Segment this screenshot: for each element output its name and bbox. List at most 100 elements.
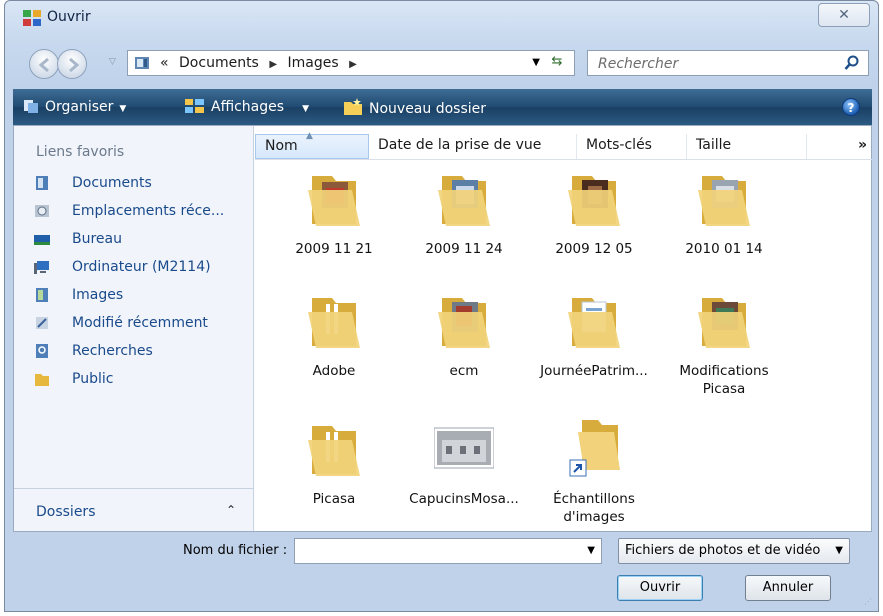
back-arrow-icon [38, 57, 49, 73]
file-item[interactable]: CapucinsMosa... [399, 416, 529, 526]
search-icon[interactable] [844, 55, 860, 71]
app-icon [23, 10, 41, 26]
main-pane: Liens favoris Documents Emplacements réc… [13, 125, 872, 532]
search-input[interactable]: Rechercher [598, 56, 678, 72]
chevron-down-icon: ▼ [831, 539, 843, 563]
window-title: Ouvrir [47, 9, 91, 25]
file-item[interactable]: Échantillons d'images [529, 416, 659, 526]
refresh-icon[interactable]: ⇆ [546, 54, 568, 72]
address-dropdown-icon[interactable]: ▼ [532, 57, 540, 68]
file-name: 2009 12 05 [555, 241, 633, 257]
file-item[interactable]: JournéePatrim... [529, 288, 659, 398]
file-item[interactable]: ecm [399, 288, 529, 398]
sidebar-item-label: Images [72, 287, 124, 303]
folder-icon [308, 426, 360, 476]
sidebar-item-label: Recherches [72, 343, 153, 359]
file-type-select[interactable]: Fichiers de photos et de vidéo ▼ [618, 538, 850, 564]
sidebar-item-label: Public [72, 371, 114, 387]
navigation-pane: Liens favoris Documents Emplacements réc… [14, 126, 254, 531]
file-item[interactable]: Modifications Picasa [659, 288, 789, 398]
documents-icon [36, 176, 48, 190]
affichages-button[interactable]: Affichages ▼ [185, 98, 309, 115]
affichages-label: Affichages [211, 99, 285, 115]
open-file-dialog: Ouvrir ✕ ▽ « Documents ▶ Images ▶ ▼ ⇆ Re… [4, 0, 879, 612]
column-header-label: Nom [265, 138, 298, 154]
breadcrumb-separator-icon[interactable]: ▶ [269, 59, 277, 70]
forward-button[interactable] [57, 49, 87, 79]
breadcrumb-overflow[interactable]: « [160, 55, 169, 71]
filename-label: Nom du fichier : [183, 543, 288, 558]
sidebar-item-label: Ordinateur (M2114) [72, 259, 211, 275]
photo-folder-icon [698, 298, 750, 348]
searches-icon [36, 344, 48, 358]
address-bar[interactable]: « Documents ▶ Images ▶ ▼ ⇆ [127, 50, 575, 76]
forward-arrow-icon [69, 57, 80, 73]
public-folder-icon [35, 374, 49, 386]
file-name: 2009 11 21 [295, 241, 373, 257]
file-type-value: Fichiers de photos et de vidéo [625, 543, 821, 558]
filename-input[interactable]: ▼ [294, 538, 602, 564]
column-header-row: ▲ Nom Date de la prise de vue Mots-clés … [255, 131, 872, 160]
file-item[interactable]: Picasa [269, 416, 399, 526]
folders-toggle[interactable]: Dossiers [36, 504, 96, 520]
file-name: CapucinsMosa... [409, 491, 519, 507]
file-name: 2010 01 14 [685, 241, 763, 257]
photo-folder-icon [698, 176, 750, 226]
close-icon: ✕ [838, 7, 850, 23]
file-name: 2009 11 24 [425, 241, 503, 257]
sidebar-item-label: Emplacements réce... [72, 203, 225, 219]
navigation-bar: ▽ « Documents ▶ Images ▶ ▼ ⇆ Rechercher [5, 45, 878, 81]
sidebar-item-label: Documents [72, 175, 152, 191]
new-folder-button[interactable]: Nouveau dossier [343, 98, 486, 117]
file-name: Échantillons d'images [553, 491, 635, 525]
views-icon [185, 99, 204, 113]
file-name: Adobe [312, 363, 356, 379]
column-header-date[interactable]: Date de la prise de vue [369, 134, 577, 159]
photo-folder-icon [568, 176, 620, 226]
column-header-name[interactable]: ▲ Nom [255, 131, 369, 159]
photo-folder-icon [438, 176, 490, 226]
breadcrumb-separator-icon[interactable]: ▶ [349, 59, 357, 70]
breadcrumb-documents[interactable]: Documents [179, 55, 259, 71]
photo-folder-icon [308, 176, 360, 226]
file-item[interactable]: 2009 12 05 [529, 166, 659, 276]
search-box[interactable]: Rechercher [587, 50, 869, 76]
file-list: ▲ Nom Date de la prise de vue Mots-clés … [255, 126, 872, 531]
organiser-button[interactable]: Organiser ▼ [23, 98, 126, 115]
command-bar: Organiser ▼ Affichages ▼ Nouveau dossier ? [13, 89, 872, 125]
organize-icon [24, 100, 38, 113]
photo-folder-icon [438, 298, 490, 348]
sidebar-item-label: Bureau [72, 231, 122, 247]
column-header-keywords[interactable]: Mots-clés [577, 134, 687, 159]
recent-pages-dropdown-icon[interactable]: ▽ [109, 57, 116, 67]
close-button[interactable]: ✕ [818, 3, 870, 27]
pictures-icon [36, 288, 48, 302]
chevron-down-icon: ▼ [302, 104, 309, 114]
chevron-up-icon[interactable]: ⌃ [226, 503, 236, 517]
breadcrumb-images[interactable]: Images [287, 55, 338, 71]
file-name: Modifications Picasa [679, 363, 769, 397]
recent-places-icon [35, 205, 49, 217]
file-item[interactable]: 2009 11 21 [269, 166, 399, 276]
favorite-links-header: Liens favoris [36, 144, 125, 160]
new-folder-icon [344, 98, 362, 115]
help-icon[interactable]: ? [842, 98, 860, 116]
sidebar-item-label: Modifié récemment [72, 315, 208, 331]
chevron-down-icon[interactable]: ▼ [587, 545, 595, 556]
more-columns-icon[interactable]: » [849, 134, 872, 159]
recently-changed-icon [36, 317, 48, 329]
file-item[interactable]: 2010 01 14 [659, 166, 789, 276]
open-button[interactable]: Ouvrir [617, 575, 703, 601]
resize-grip-icon[interactable]: ⋰ [864, 597, 874, 607]
file-name: ecm [449, 363, 479, 379]
column-header-size[interactable]: Taille [687, 134, 807, 159]
title-bar: Ouvrir ✕ [5, 1, 878, 33]
cancel-button[interactable]: Annuler [745, 575, 831, 601]
document-folder-icon [568, 298, 620, 348]
file-name: Picasa [312, 491, 356, 507]
breadcrumb: « Documents ▶ Images ▶ [160, 55, 363, 71]
location-icon [135, 57, 149, 69]
file-item[interactable]: Adobe [269, 288, 399, 398]
file-item[interactable]: 2009 11 24 [399, 166, 529, 276]
back-button[interactable] [29, 49, 59, 79]
